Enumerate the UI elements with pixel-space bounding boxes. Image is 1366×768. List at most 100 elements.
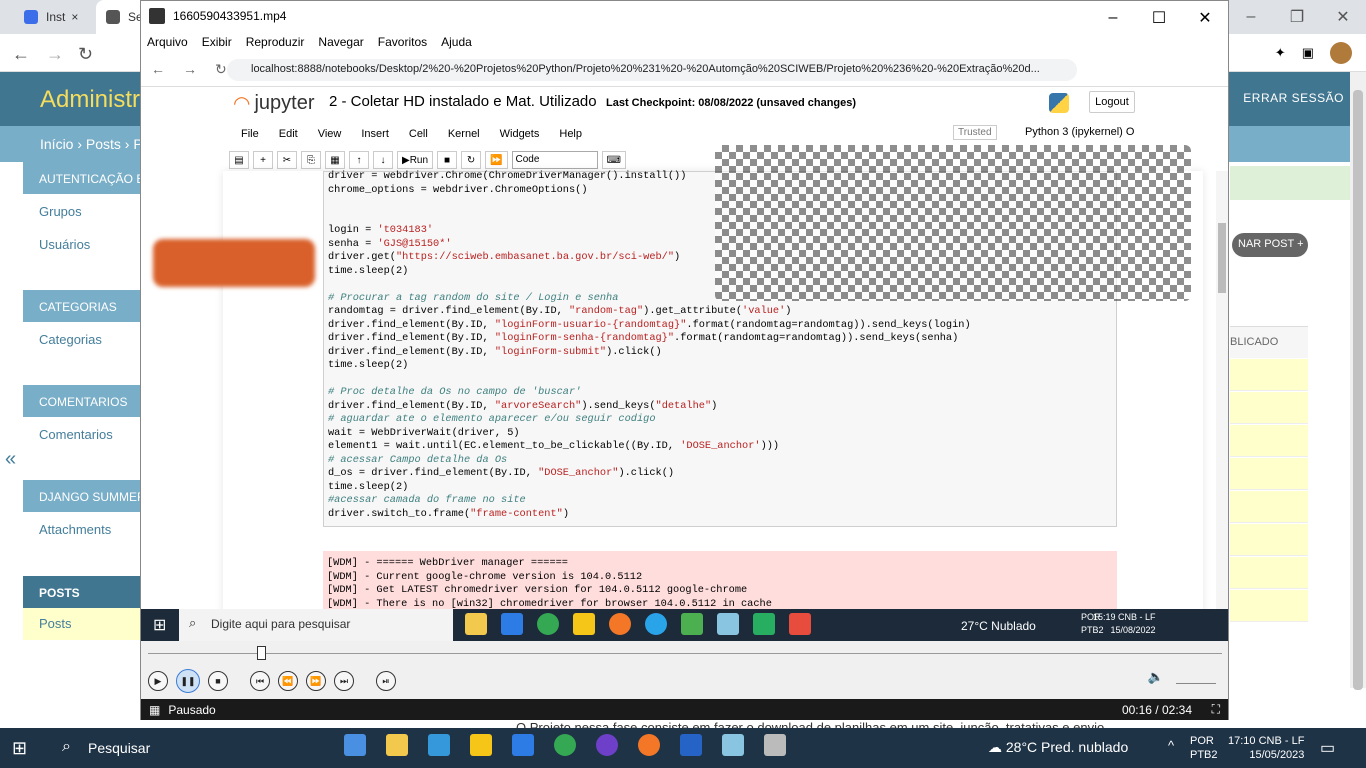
jupyter-menu-kernel: Kernel [447, 128, 480, 140]
github-icon[interactable] [596, 734, 618, 756]
module-header-django-summernote[interactable]: DJANGO SUMMER [23, 480, 153, 512]
sidepanel-icon[interactable]: ▣ [1302, 45, 1314, 61]
chrome-icon [537, 613, 559, 635]
module-header-comentarios[interactable]: COMENTARIOS [23, 385, 153, 417]
logout-link[interactable]: ERRAR SESSÃO [1243, 91, 1344, 105]
notification-icon[interactable]: ▭ [1320, 738, 1335, 758]
weather-widget[interactable]: ☁ 28°C Pred. nublado [988, 739, 1128, 756]
sidebar-item-usuarios[interactable]: Usuários [39, 237, 90, 252]
add-cell-icon: + [253, 151, 273, 169]
reload-icon[interactable]: ↻ [78, 44, 93, 65]
rewind-button[interactable]: ⏪ [278, 671, 298, 691]
jupyter-menu-edit: Edit [278, 128, 298, 140]
inner-weather: 27°C Nublado [961, 619, 1036, 633]
cut-icon: ✂ [277, 151, 297, 169]
menu-navegar[interactable]: Navegar [318, 35, 363, 49]
tab-favicon-icon [106, 10, 120, 24]
back-icon[interactable]: ← [12, 44, 30, 65]
player-title: 1660590433951.mp4 [173, 9, 287, 23]
jupyter-menu-cell: Cell [408, 128, 428, 140]
widgets-icon[interactable] [344, 734, 366, 756]
menu-favoritos[interactable]: Favoritos [378, 35, 427, 49]
player-statusbar: ▦ Pausado 00:16 / 02:34 ⛶ [141, 699, 1228, 720]
tab-label: Inst [46, 10, 66, 24]
close-icon[interactable]: ✕ [1182, 1, 1228, 35]
puzzle-icon[interactable]: ✦ [1275, 45, 1286, 61]
close-icon[interactable]: ✕ [1320, 0, 1366, 34]
menu-arquivo[interactable]: Arquivo [147, 35, 188, 49]
avatar[interactable] [1330, 42, 1352, 64]
save-icon: ▤ [229, 151, 249, 169]
module-header-categorias[interactable]: CATEGORIAS [23, 290, 153, 322]
network-icon[interactable] [428, 734, 450, 756]
taskbar-search[interactable]: Pesquisar [48, 728, 328, 768]
copy-icon: ⎘ [301, 151, 321, 169]
lang-secondary: PTB2 [1190, 749, 1218, 761]
media-player-window: 1660590433951.mp4 – ☐ ✕ Arquivo Exibir R… [140, 0, 1229, 720]
excel-icon [681, 613, 703, 635]
pause-button[interactable]: ❚❚ [176, 669, 200, 693]
forward-button[interactable]: ⏩ [306, 671, 326, 691]
sidebar-item-categorias[interactable]: Categorias [39, 332, 102, 347]
volume-slider[interactable] [1176, 670, 1216, 684]
stop-button[interactable]: ■ [208, 671, 228, 691]
sticky-notes-icon[interactable] [470, 734, 492, 756]
notepad-icon [717, 613, 739, 635]
add-post-label: NAR POST [1238, 238, 1295, 250]
play-button[interactable]: ▶ [148, 671, 168, 691]
jupyter-logo: ◠ jupyter [233, 91, 314, 116]
menu-ajuda[interactable]: Ajuda [441, 35, 472, 49]
language-indicator[interactable]: POR PTB2 [1190, 734, 1218, 762]
tab-inst[interactable]: Inst × [14, 0, 94, 34]
jupyter-menu-insert: Insert [361, 128, 389, 140]
scrollbar-thumb[interactable] [1353, 90, 1363, 690]
defender-icon[interactable] [512, 734, 534, 756]
minimize-icon[interactable]: – [1090, 1, 1136, 35]
frame-step-button[interactable]: ⏯ [376, 671, 396, 691]
start-button[interactable]: ⊞ [12, 738, 27, 759]
defender-icon [501, 613, 523, 635]
previous-button[interactable]: ⏮ [250, 671, 270, 691]
minimize-icon[interactable]: – [1228, 0, 1274, 34]
jupyter-icon[interactable] [638, 734, 660, 756]
menu-reproduzir[interactable]: Reproduzir [246, 35, 305, 49]
column-header-publicado[interactable]: BLICADO [1230, 326, 1308, 358]
folder-icon[interactable] [386, 734, 408, 756]
playback-time: 00:16 / 02:34 [1121, 702, 1192, 717]
player-menubar: Arquivo Exibir Reproduzir Navegar Favori… [141, 31, 1228, 53]
menu-exibir[interactable]: Exibir [202, 35, 232, 49]
seek-handle[interactable] [257, 646, 266, 660]
collapse-sidebar-button[interactable]: « [5, 448, 16, 471]
chevron-up-icon[interactable]: ^ [1168, 738, 1174, 753]
speaker-icon[interactable]: 🔈 [1148, 669, 1164, 685]
sidebar-item-comentarios[interactable]: Comentarios [39, 427, 113, 442]
clock[interactable]: 17:10 CNB - LF 15/05/2023 [1228, 734, 1304, 762]
folder-icon [465, 613, 487, 635]
cloud-icon: ☁ [988, 739, 1006, 755]
plus-icon: + [1297, 238, 1304, 250]
close-icon[interactable]: × [71, 10, 78, 24]
success-message [1230, 166, 1366, 200]
breadcrumb[interactable]: Início › Posts › P [40, 136, 143, 152]
media-player-icon[interactable] [764, 734, 786, 756]
powershell-icon[interactable] [680, 734, 702, 756]
next-button[interactable]: ⏭ [334, 671, 354, 691]
sidebar-item-attachments[interactable]: Attachments [39, 522, 111, 537]
forward-icon[interactable]: → [46, 44, 64, 65]
fullscreen-icon[interactable]: ⛶ [1212, 702, 1220, 717]
sidebar-item-grupos[interactable]: Grupos [39, 204, 82, 219]
film-icon [149, 8, 165, 24]
seek-track[interactable] [148, 653, 1222, 654]
module-header-auth[interactable]: AUTENTICAÇÃO E [23, 162, 153, 194]
maximize-icon[interactable]: ☐ [1136, 1, 1182, 35]
restore-icon[interactable]: ❐ [1274, 0, 1320, 34]
video-frame[interactable]: ← → ↻ localhost:8888/notebooks/Desktop/2… [141, 53, 1228, 641]
module-header-posts[interactable]: POSTS [23, 576, 153, 608]
forward-icon: → [183, 61, 197, 77]
add-post-button[interactable]: NAR POST + [1232, 233, 1308, 257]
chrome-icon[interactable] [554, 734, 576, 756]
notepad-icon[interactable] [722, 734, 744, 756]
redacted-pixelation [715, 145, 1191, 301]
site-title[interactable]: Administra [40, 86, 153, 114]
notebook-title: 2 - Coletar HD instalado e Mat. Utilizad… [329, 93, 597, 110]
